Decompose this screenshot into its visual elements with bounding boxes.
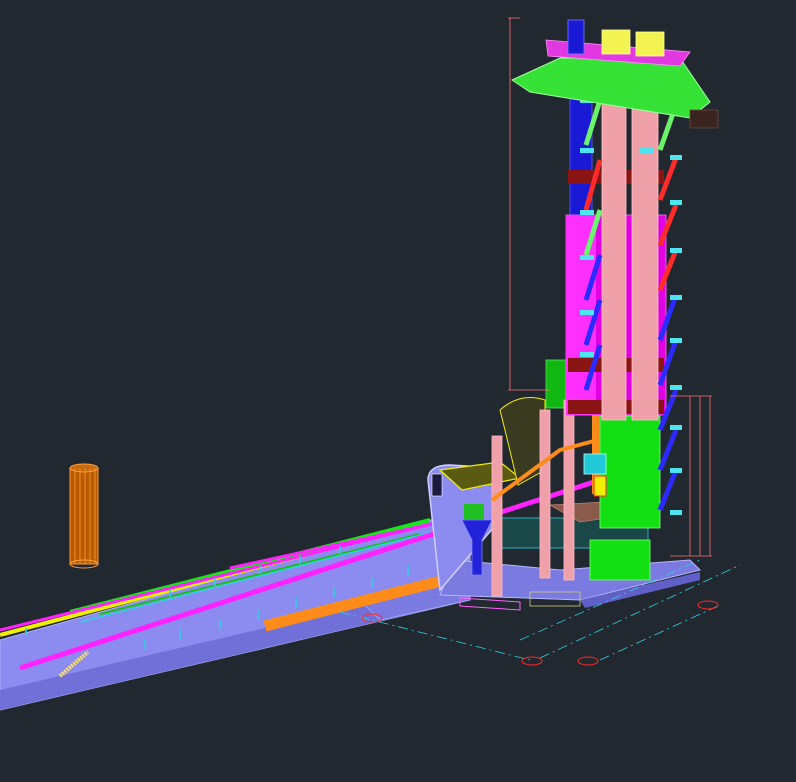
wall-green-1 xyxy=(599,415,661,529)
column-pink-1 xyxy=(491,435,503,597)
head-drive-yellow-1 xyxy=(601,29,631,55)
column-pink-3 xyxy=(563,399,575,581)
equipment-yellow xyxy=(593,475,607,497)
wall-green-2 xyxy=(589,539,651,581)
equipment-cyan xyxy=(583,453,607,475)
grid-bubble-2 xyxy=(521,656,543,666)
motor-dark-brown xyxy=(689,109,719,129)
hood-window xyxy=(431,473,443,497)
column-pink-right xyxy=(631,59,659,421)
equipment-green xyxy=(464,504,484,520)
head-drive-yellow-2 xyxy=(635,31,665,57)
grid-bubble-3 xyxy=(577,656,599,666)
model-drawing xyxy=(0,17,741,711)
head-drive-blue xyxy=(567,19,585,55)
cad-model-viewport[interactable] xyxy=(0,0,796,782)
column-pink-2 xyxy=(539,409,551,579)
column-pink-left xyxy=(601,59,627,421)
grid-bubble-4 xyxy=(697,600,719,610)
cylindrical-tank xyxy=(69,463,99,569)
